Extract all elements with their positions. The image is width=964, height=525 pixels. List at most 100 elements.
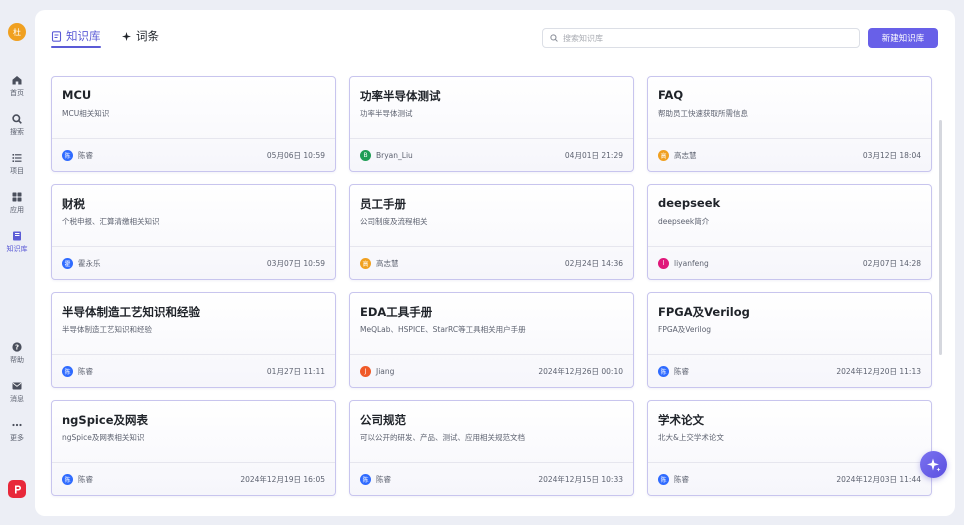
svg-text:?: ? (15, 344, 19, 352)
card-footer: 高高志慧 03月12日 18:04 (658, 149, 921, 161)
card-timestamp: 03月07日 10:59 (266, 258, 325, 268)
sidebar-item-label: 更多 (10, 434, 24, 442)
knowledge-base-card[interactable]: FAQ 帮助员工快速获取所需信息高高志慧 03月12日 18:04 (647, 76, 932, 172)
sidebar-item-more[interactable]: 更多 (0, 420, 34, 443)
card-footer: 陈陈睿 2024年12月15日 10:33 (360, 473, 623, 485)
card-timestamp: 2024年12月15日 10:33 (538, 474, 623, 484)
author-avatar: l (658, 257, 669, 269)
knowledge-base-card[interactable]: 学术论文 北大&上交学术论文陈陈睿 2024年12月03日 11:44 (647, 400, 932, 496)
card-description: MCU相关知识 (62, 109, 110, 118)
card-description: deepseek简介 (658, 217, 710, 226)
knowledge-base-card[interactable]: EDA工具手册 MeQLab、HSPICE、StarRC等工具相关用户手册 J Jia… (349, 292, 634, 388)
ai-assistant-button[interactable] (920, 451, 947, 478)
sidebar-item-messages[interactable]: 消息 (0, 381, 34, 404)
author-avatar: 陈 (62, 149, 73, 161)
knowledge-base-card[interactable]: ngSpice及网表 ngSpice及网表相关知识陈陈睿 2024年12月19日 1… (51, 400, 336, 496)
document-icon (51, 30, 62, 42)
card-divider (52, 462, 335, 463)
card-description: ngSpice及网表相关知识 (62, 433, 145, 442)
card-divider (350, 246, 633, 247)
card-divider (648, 354, 931, 355)
app-logo-icon[interactable] (8, 480, 26, 498)
card-divider (350, 138, 633, 139)
card-timestamp: 02月24日 14:36 (564, 258, 623, 268)
sidebar-item-apps[interactable]: 应用 (0, 192, 34, 215)
card-divider (648, 462, 931, 463)
author-avatar: 陈 (658, 473, 669, 485)
card-description: MeQLab、HSPICE、StarRC等工具相关用户手册 (360, 325, 526, 334)
card-author: 陈睿 (78, 366, 93, 376)
tab-terms[interactable]: 词条 (121, 28, 159, 44)
card-footer: l liyanfeng 02月07日 14:28 (658, 257, 921, 269)
card-author: Jiang (376, 366, 395, 376)
card-title: 半导体制造工艺知识和经验 (62, 305, 200, 319)
sparkle-icon (926, 458, 940, 471)
main-panel: 知识库 词条 搜索知识库 新建知识库 MCU MCU相关知识陈陈睿 05月06日 1… (35, 10, 955, 516)
sidebar-item-label: 项目 (10, 167, 24, 175)
card-author: 陈睿 (674, 366, 689, 376)
card-author: 陈睿 (78, 150, 93, 160)
author-avatar: 高 (658, 149, 669, 161)
card-description: 个税申报、汇算清缴相关知识 (62, 217, 160, 226)
sidebar: 杜 首页 搜索 项目 应用 知识库 ? 帮助 消息 更多 (0, 0, 34, 525)
knowledge-base-card[interactable]: deepseek deepseek简介 l liyanfeng 02月07日 14:28 (647, 184, 932, 280)
card-description: 帮助员工快速获取所需信息 (658, 109, 748, 118)
sidebar-item-label: 消息 (10, 395, 24, 403)
knowledge-base-card[interactable]: 员工手册 公司制度及流程相关高高志慧 02月24日 14:36 (349, 184, 634, 280)
knowledge-base-card[interactable]: MCU MCU相关知识陈陈睿 05月06日 10:59 (51, 76, 336, 172)
search-placeholder: 搜索知识库 (563, 33, 603, 43)
sidebar-item-projects[interactable]: 项目 (0, 153, 34, 176)
author-avatar: 陈 (62, 473, 73, 485)
author-avatar: 陈 (360, 473, 371, 485)
search-icon (12, 114, 22, 124)
card-author: 陈睿 (376, 474, 391, 484)
list-icon (12, 154, 22, 162)
card-author: 高志慧 (376, 258, 399, 268)
card-title: 学术论文 (658, 413, 704, 427)
card-footer: 陈陈睿 2024年12月20日 11:13 (658, 365, 921, 377)
grid-icon (12, 192, 22, 202)
tab-label: 知识库 (66, 29, 101, 43)
knowledge-base-card[interactable]: 半导体制造工艺知识和经验 半导体制造工艺知识和经验陈陈睿 01月27日 11:11 (51, 292, 336, 388)
knowledge-base-card[interactable]: 公司规范可以公开的研发、产品、测试、应用相关规范文档陈陈睿 2024年12月15日… (349, 400, 634, 496)
card-divider (350, 462, 633, 463)
card-footer: 高高志慧 02月24日 14:36 (360, 257, 623, 269)
sidebar-item-label: 知识库 (6, 245, 28, 253)
card-title: 公司规范 (360, 413, 406, 427)
more-icon (12, 423, 22, 427)
card-description: 半导体制造工艺知识和经验 (62, 325, 152, 334)
tab-label: 词条 (136, 29, 159, 43)
card-title: 财税 (62, 197, 85, 211)
card-author: liyanfeng (674, 258, 709, 268)
card-timestamp: 2024年12月26日 00:10 (538, 366, 623, 376)
card-description: FPGA及Verilog (658, 325, 712, 334)
sidebar-item-help[interactable]: ? 帮助 (0, 342, 34, 365)
user-avatar[interactable]: 杜 (8, 23, 26, 41)
sidebar-item-home[interactable]: 首页 (0, 75, 34, 98)
card-title: 功率半导体测试 (360, 89, 441, 103)
author-avatar: B (360, 149, 371, 161)
home-icon (12, 76, 22, 85)
card-divider (52, 354, 335, 355)
card-timestamp: 2024年12月20日 11:13 (836, 366, 921, 376)
knowledge-base-card[interactable]: 财税 个税申报、汇算清缴相关知识霍霍永乐 03月07日 10:59 (51, 184, 336, 280)
knowledge-base-card[interactable]: 功率半导体测试 功率半导体测试 B Bryan_Liu 04月01日 21:29 (349, 76, 634, 172)
card-description: 可以公开的研发、产品、测试、应用相关规范文档 (360, 433, 525, 442)
tab-knowledge-base[interactable]: 知识库 (51, 28, 101, 44)
help-icon: ? (12, 342, 22, 352)
card-footer: 陈陈睿 05月06日 10:59 (62, 149, 325, 161)
card-timestamp: 05月06日 10:59 (266, 150, 325, 160)
sidebar-item-knowledge-base[interactable]: 知识库 (0, 231, 34, 254)
card-description: 功率半导体测试 (360, 109, 413, 118)
knowledge-base-card[interactable]: FPGA及Verilog FPGA及Verilog 陈陈睿 2024年12月20日 1… (647, 292, 932, 388)
card-footer: B Bryan_Liu 04月01日 21:29 (360, 149, 623, 161)
card-title: 员工手册 (360, 197, 406, 211)
sidebar-item-search[interactable]: 搜索 (0, 114, 34, 137)
scrollbar[interactable] (939, 120, 942, 355)
card-description: 北大&上交学术论文 (658, 433, 724, 442)
sidebar-item-label: 首页 (10, 89, 24, 97)
search-input[interactable]: 搜索知识库 (542, 28, 860, 48)
new-knowledge-base-button[interactable]: 新建知识库 (868, 28, 938, 48)
author-avatar: 陈 (658, 365, 669, 377)
card-divider (350, 354, 633, 355)
